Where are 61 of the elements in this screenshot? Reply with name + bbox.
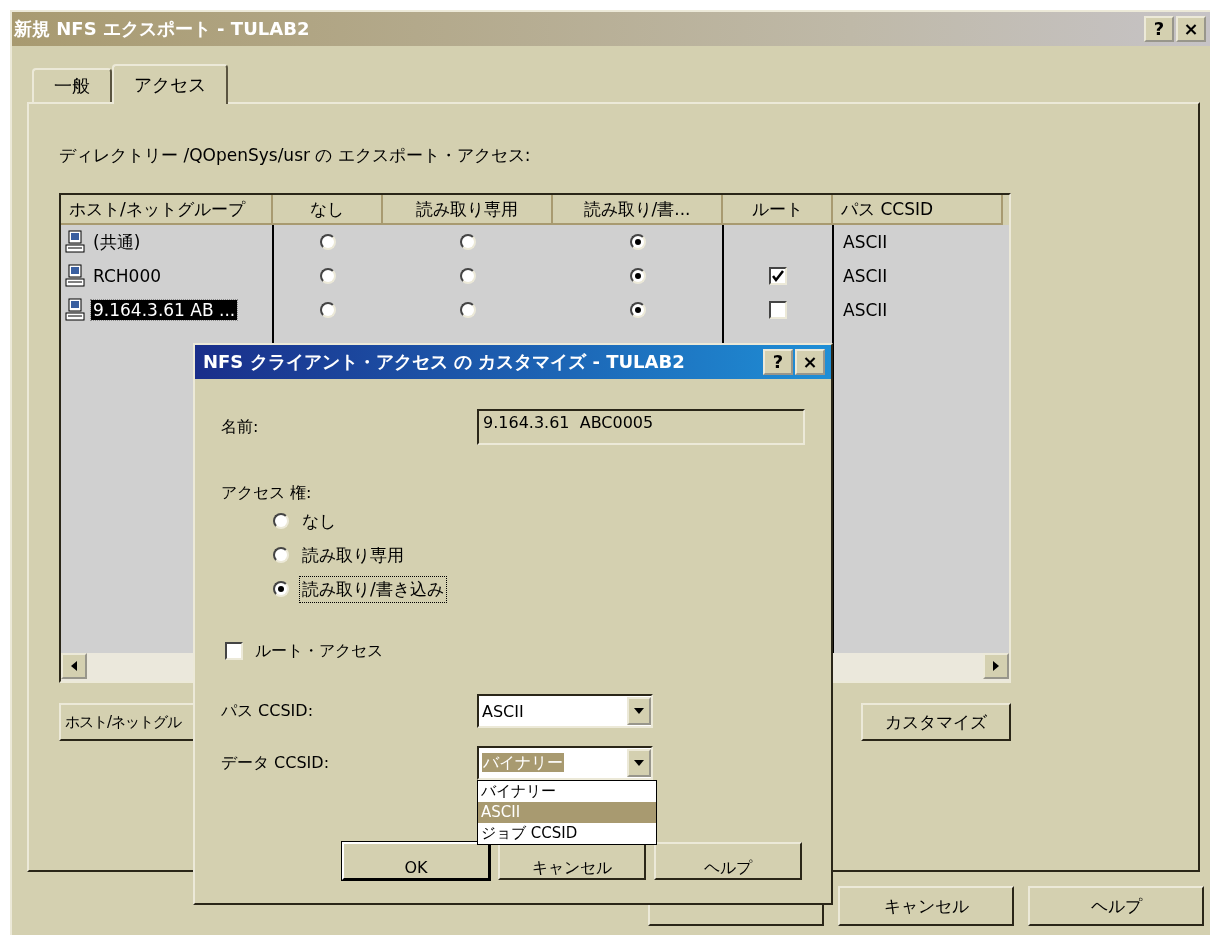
column-header[interactable]: ホスト/ネットグループ <box>61 195 273 225</box>
radio-label[interactable]: 読み取り専用 <box>299 541 407 569</box>
customize-button[interactable]: カスタマイズ <box>861 703 1011 741</box>
dropdown-option[interactable]: バイナリー <box>478 781 656 802</box>
checkbox[interactable] <box>769 301 787 319</box>
checkbox[interactable] <box>769 267 787 285</box>
table-cell: ASCII <box>843 300 888 320</box>
column-header[interactable]: 読み取り専用 <box>383 195 553 225</box>
description-text: ディレクトリー /QOpenSys/usr の エクスポート・アクセス: <box>59 144 532 167</box>
computer-icon <box>65 230 85 254</box>
cancel-button[interactable]: キャンセル <box>838 886 1014 926</box>
column-header[interactable]: なし <box>273 195 383 225</box>
window-title: 新規 NFS エクスポート - TULAB2 <box>14 17 310 41</box>
host-name[interactable]: RCH000 <box>91 266 164 286</box>
checkbox[interactable] <box>225 642 243 660</box>
name-label: 名前: <box>221 416 260 438</box>
radio-button[interactable] <box>273 513 289 529</box>
help-button[interactable]: ? <box>1144 16 1174 42</box>
computer-icon <box>65 264 85 288</box>
radio-button[interactable] <box>460 302 476 318</box>
radio-button[interactable] <box>630 302 646 318</box>
tab[interactable]: 一般 <box>32 68 112 102</box>
scroll-left-button[interactable] <box>61 653 87 679</box>
dialog-title: NFS クライアント・アクセス の カスタマイズ - TULAB2 <box>203 350 685 374</box>
radio-button[interactable] <box>320 234 336 250</box>
help-button[interactable]: ヘルプ <box>654 842 802 880</box>
radio-button[interactable] <box>273 581 289 597</box>
help-button[interactable]: ? <box>763 349 793 375</box>
radio-button[interactable] <box>460 234 476 250</box>
scroll-right-button[interactable] <box>983 653 1009 679</box>
radio-button[interactable] <box>460 268 476 284</box>
ok-button[interactable]: OK <box>342 842 490 880</box>
dropdown-value: ASCII <box>481 701 524 721</box>
table-cell: ASCII <box>843 232 888 252</box>
name-field: 9.164.3.61 ABC0005 <box>477 409 805 445</box>
data-ccsid-label: データ CCSID: <box>221 752 330 774</box>
close-button[interactable]: × <box>795 349 825 375</box>
left-arrow-icon <box>71 661 77 671</box>
radio-button[interactable] <box>320 302 336 318</box>
radio-button[interactable] <box>273 547 289 563</box>
table-cell: ASCII <box>843 266 888 286</box>
column-header[interactable]: 読み取り/書... <box>553 195 723 225</box>
dropdown-value: バイナリー <box>482 752 564 772</box>
dropdown-option[interactable]: ジョブ CCSID <box>478 823 656 844</box>
column-header[interactable]: ルート <box>723 195 833 225</box>
path-ccsid-dropdown[interactable]: ASCII <box>477 694 653 728</box>
radio-button[interactable] <box>630 234 646 250</box>
checkbox-label[interactable]: ルート・アクセス <box>255 640 383 662</box>
close-button[interactable]: × <box>1176 16 1206 42</box>
help-button[interactable]: ヘルプ <box>1028 886 1204 926</box>
column-header[interactable]: パス CCSID <box>833 195 1003 225</box>
access-label: アクセス 権: <box>221 483 313 504</box>
right-arrow-icon <box>993 661 999 671</box>
computer-icon <box>65 298 85 322</box>
radio-button[interactable] <box>630 268 646 284</box>
host-name[interactable]: 9.164.3.61 AB ... <box>91 300 238 320</box>
radio-label[interactable]: 読み取り/書き込み <box>299 575 447 603</box>
radio-label[interactable]: なし <box>299 507 339 535</box>
tab[interactable]: アクセス <box>112 64 228 104</box>
host-name[interactable]: (共通) <box>91 230 143 254</box>
radio-button[interactable] <box>320 268 336 284</box>
